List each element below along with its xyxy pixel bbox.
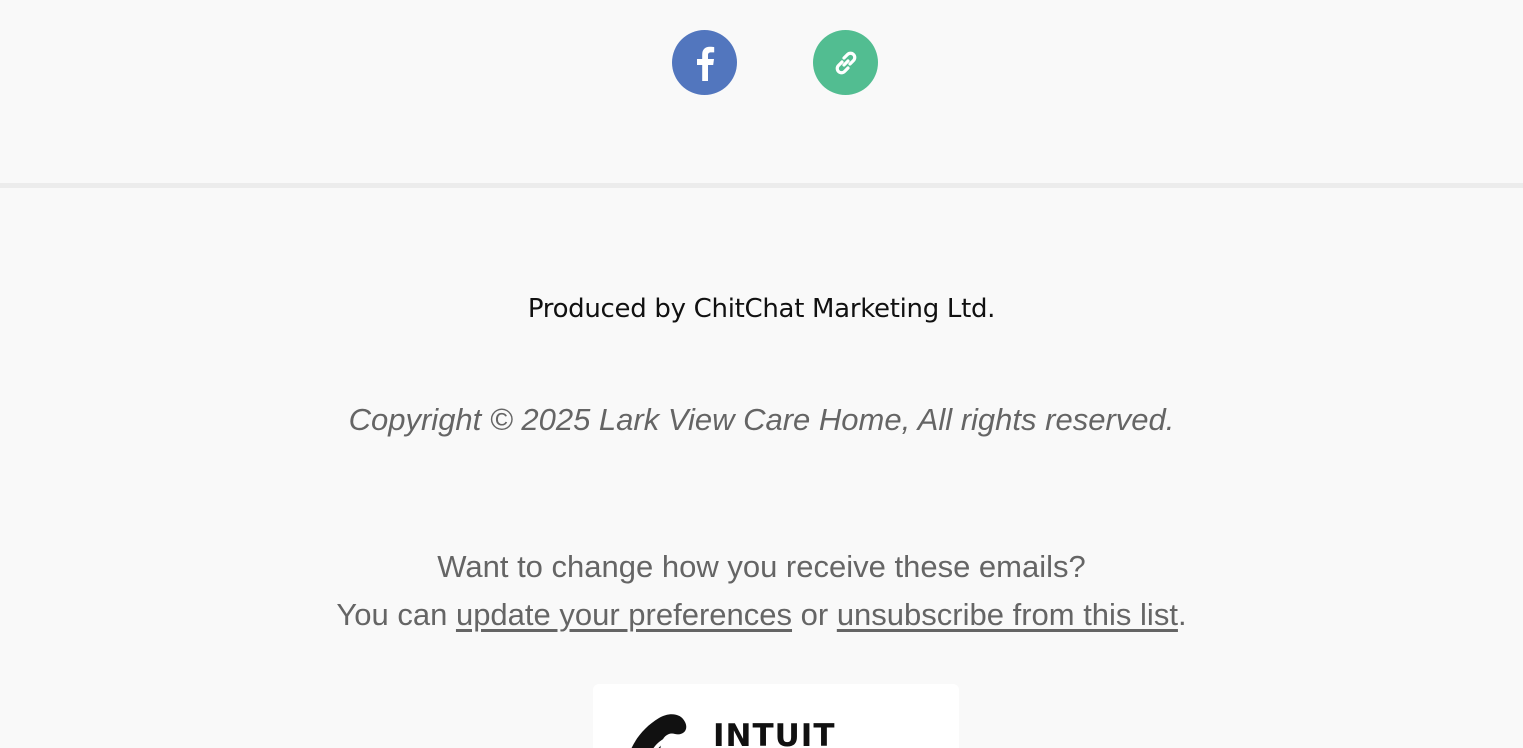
email-footer: Produced by ChitChat Marketing Ltd. Copy… xyxy=(0,0,1523,748)
prefs-question: Want to change how you receive these ema… xyxy=(437,549,1086,584)
mailchimp-logo-icon xyxy=(631,714,687,748)
social-links xyxy=(0,30,1523,96)
prefs-suffix: . xyxy=(1177,597,1187,632)
prefs-options: You can update your preferences or unsub… xyxy=(0,591,1523,639)
prefs-prefix: You can xyxy=(336,597,456,632)
unsubscribe-link[interactable]: unsubscribe from this list xyxy=(837,597,1178,632)
copyright-text: Copyright © 2025 Lark View Care Home, Al… xyxy=(348,402,1175,437)
link-icon xyxy=(835,51,856,74)
prefs-or: or xyxy=(792,597,837,632)
update-preferences-link[interactable]: update your preferences xyxy=(456,597,792,632)
divider xyxy=(0,183,1523,188)
intuit-wordmark: INTUIT xyxy=(713,718,836,748)
facebook-button[interactable] xyxy=(672,30,737,95)
website-link-button[interactable] xyxy=(813,30,878,95)
email-preferences: Want to change how you receive these ema… xyxy=(0,543,1523,639)
facebook-icon xyxy=(696,46,714,81)
intuit-mailchimp-badge[interactable]: INTUIT xyxy=(593,684,959,748)
produced-by-text: Produced by ChitChat Marketing Ltd. xyxy=(527,294,996,324)
